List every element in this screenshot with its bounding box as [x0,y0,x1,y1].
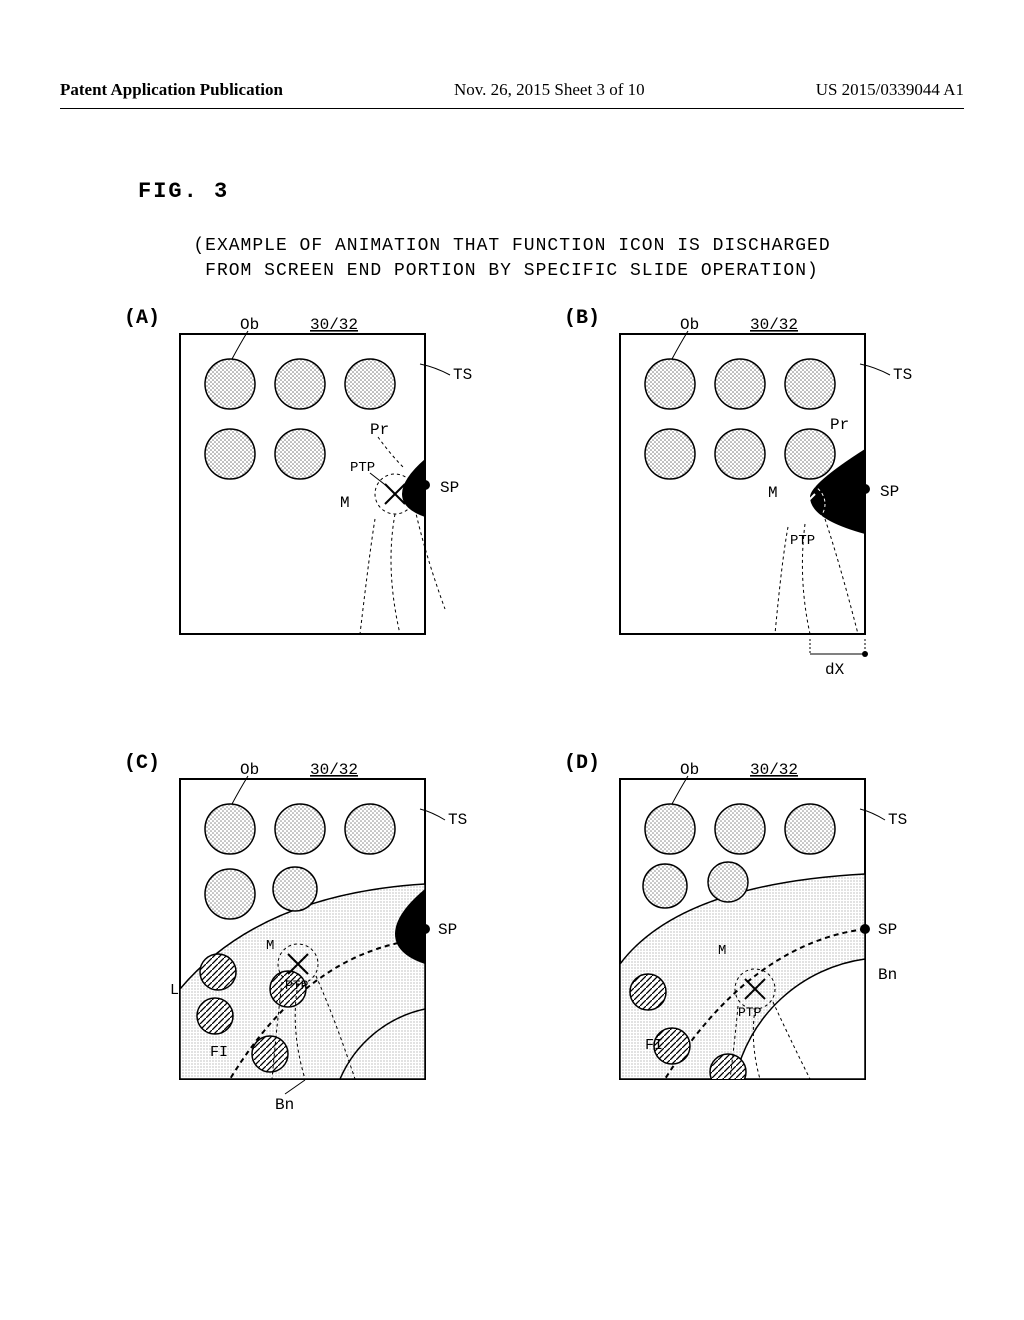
label-Ob: Ob [240,316,259,334]
label-3032: 30/32 [750,761,798,779]
label-TS: TS [453,366,472,384]
label-SP: SP [880,483,899,501]
label-Pr: Pr [830,416,849,434]
header-left: Patent Application Publication [60,80,283,100]
panel-A: (A) [100,309,500,694]
panel-grid: (A) [60,309,964,1129]
label-M: M [718,943,726,959]
label-Bn: Bn [275,1096,294,1114]
label-SP: SP [440,479,459,497]
page: Patent Application Publication Nov. 26, … [0,0,1024,1320]
label-Pr: Pr [370,421,389,439]
label-FI: FI [645,1037,663,1054]
panel-D: (D) [540,754,940,1129]
label-TS: TS [448,811,467,829]
panel-C-svg: Ob 30/32 TS SP M PTP L FI Bn [170,754,500,1124]
header-right: US 2015/0339044 A1 [816,80,964,100]
label-L: L [170,982,179,999]
label-3032: 30/32 [310,761,358,779]
title-line-1: (EXAMPLE OF ANIMATION THAT FUNCTION ICON… [60,234,964,259]
panel-B: (B) [540,309,940,694]
panel-C: (C) [100,754,500,1129]
label-Bn: Bn [878,966,897,984]
page-header: Patent Application Publication Nov. 26, … [60,80,964,109]
label-PTP: PTP [790,533,815,549]
figure-title: (EXAMPLE OF ANIMATION THAT FUNCTION ICON… [60,234,964,284]
panel-A-svg: Ob 30/32 TS Pr SP PTP [170,309,500,649]
label-dX: dX [825,661,845,679]
panel-D-svg: Ob 30/32 TS SP Bn M PTP FI [610,754,940,1124]
panel-C-label: (C) [124,752,160,775]
label-Ob: Ob [680,316,699,334]
title-line-2: FROM SCREEN END PORTION BY SPECIFIC SLID… [60,259,964,284]
label-Ob: Ob [240,761,259,779]
label-TS: TS [888,811,907,829]
label-SP: SP [438,921,457,939]
panel-A-label: (A) [124,307,160,330]
label-PTP: PTP [738,1005,762,1020]
label-TS: TS [893,366,912,384]
label-M: M [768,484,778,502]
label-3032: 30/32 [310,316,358,334]
label-Ob: Ob [680,761,699,779]
label-M: M [340,494,350,512]
label-M: M [266,938,274,954]
label-SP: SP [878,921,897,939]
label-PTP: PTP [285,978,309,993]
figure-label: FIG. 3 [138,179,964,204]
label-3032: 30/32 [750,316,798,334]
label-FI: FI [210,1044,228,1061]
panel-B-label: (B) [564,307,600,330]
panel-D-label: (D) [564,752,600,775]
panel-B-svg: Ob 30/32 TS Pr SP M PTP [610,309,940,689]
header-center: Nov. 26, 2015 Sheet 3 of 10 [454,80,645,100]
